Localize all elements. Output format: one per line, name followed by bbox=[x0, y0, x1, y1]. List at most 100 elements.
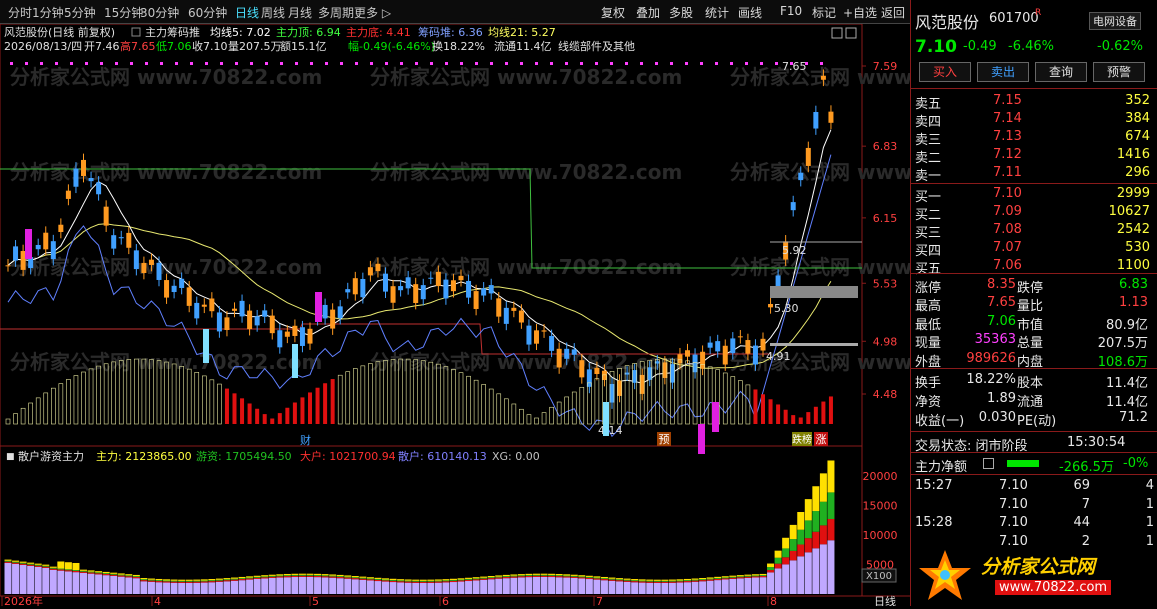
flow-bar bbox=[321, 577, 329, 594]
period-tab-4[interactable]: 30分钟 bbox=[140, 4, 179, 21]
sub-frame bbox=[0, 445, 863, 597]
hist-bar bbox=[255, 408, 260, 424]
stat-row: 外盘 989626 内盘 108.6万 bbox=[915, 350, 1148, 370]
flow-bar bbox=[517, 577, 525, 594]
flow-bar bbox=[314, 575, 322, 576]
flow-bar bbox=[276, 577, 284, 594]
flow-bar bbox=[125, 576, 133, 578]
hist-bar bbox=[761, 394, 765, 424]
hist-bar bbox=[28, 402, 33, 425]
bid-row[interactable]: 买三 7.08 2542 bbox=[911, 221, 1157, 241]
ask-row[interactable]: 卖四 7.14 384 bbox=[911, 110, 1157, 130]
flow-bar bbox=[200, 579, 208, 581]
hist-bar bbox=[496, 393, 502, 425]
flow-bar bbox=[548, 573, 556, 575]
marker-dieb: 跌榜 bbox=[792, 433, 812, 446]
legend-0: 均线5: 7.02 bbox=[210, 25, 271, 39]
period-tab-2[interactable]: 5分钟 bbox=[64, 4, 96, 21]
flow-bar bbox=[298, 576, 306, 594]
flow-bar bbox=[736, 575, 744, 577]
hist-bar bbox=[534, 417, 539, 425]
ask-row[interactable]: 卖一 7.11 296 bbox=[911, 164, 1157, 184]
menu-icon[interactable] bbox=[983, 458, 994, 469]
period-tab-9[interactable]: 多周期 bbox=[318, 4, 354, 21]
level-box bbox=[770, 286, 858, 298]
candle-body bbox=[534, 330, 539, 344]
flow-bar bbox=[132, 578, 140, 594]
candle-body bbox=[383, 273, 388, 292]
flow-bar bbox=[193, 581, 201, 583]
flow-bar bbox=[661, 582, 669, 594]
alert-button[interactable]: 预警 bbox=[1093, 62, 1145, 82]
flow-bar bbox=[19, 564, 27, 594]
toolbar-action-1[interactable]: 叠加 bbox=[636, 4, 660, 21]
flow-bar bbox=[4, 562, 12, 594]
flow-bar bbox=[472, 577, 480, 579]
ask-row[interactable]: 卖二 7.12 1416 bbox=[911, 146, 1157, 166]
query-button[interactable]: 查询 bbox=[1035, 62, 1087, 82]
ask-row[interactable]: 卖五 7.15 352 bbox=[911, 92, 1157, 112]
flow-bar bbox=[789, 539, 797, 551]
bid-row[interactable]: 买二 7.09 10627 bbox=[911, 203, 1157, 223]
period-tab-7[interactable]: 周线 bbox=[261, 4, 285, 21]
toolbar-action-5[interactable]: F10 bbox=[780, 4, 802, 18]
period-tab-6[interactable]: 日线 bbox=[235, 4, 259, 21]
candle-body bbox=[292, 325, 298, 336]
period-tab-3[interactable]: 15分钟 bbox=[104, 4, 143, 21]
flow-bar bbox=[291, 574, 299, 576]
flow-bar bbox=[238, 576, 246, 579]
flow-bar bbox=[382, 580, 389, 582]
toolbar-action-6[interactable]: 标记 bbox=[812, 4, 836, 21]
hist-bar bbox=[240, 398, 245, 424]
flow-bar bbox=[736, 578, 744, 594]
period-tab-8[interactable]: 月线 bbox=[288, 4, 312, 21]
flow-bar bbox=[276, 576, 284, 578]
toolbar-action-0[interactable]: 复权 bbox=[601, 4, 625, 21]
hist-bar bbox=[194, 372, 200, 425]
toolbar-action-4[interactable]: 画线 bbox=[738, 4, 762, 21]
chart-area[interactable]: 分析家公式网 www.70822.com 分析家公式网 www.70822.com… bbox=[0, 23, 1042, 608]
flow-bar bbox=[465, 578, 473, 580]
buy-button[interactable]: 买入 bbox=[919, 62, 971, 82]
dot bbox=[595, 62, 598, 65]
sell-button[interactable]: 卖出 bbox=[977, 62, 1029, 82]
flow-bar bbox=[721, 579, 729, 594]
dot bbox=[400, 62, 403, 65]
flow-bar bbox=[57, 570, 65, 594]
bid-row[interactable]: 买四 7.07 530 bbox=[911, 239, 1157, 259]
sector-button[interactable]: 电网设备 bbox=[1089, 12, 1141, 30]
hist-bar bbox=[50, 387, 56, 425]
period-tab-1[interactable]: 1分钟 bbox=[32, 4, 64, 21]
flow-bar bbox=[653, 581, 661, 583]
sub-value-0: 主力: 2123865.00 bbox=[96, 450, 192, 463]
period-tab-10[interactable]: 更多 ▷ bbox=[354, 4, 391, 21]
flow-bar bbox=[117, 575, 125, 577]
sub-value-2: 大户: 1021700.94 bbox=[300, 449, 396, 463]
hist-bar bbox=[443, 366, 449, 425]
flow-bar bbox=[155, 581, 163, 583]
flow-bar bbox=[163, 581, 171, 583]
flow-bar bbox=[510, 577, 518, 594]
flow-bar bbox=[147, 578, 155, 580]
flow-bar bbox=[646, 579, 654, 581]
toolbar-action-2[interactable]: 多股 bbox=[669, 4, 693, 21]
toolbar-action-8[interactable]: 返回 bbox=[881, 4, 905, 21]
toolbar-action-3[interactable]: 统计 bbox=[705, 4, 729, 21]
hist-bar bbox=[270, 418, 275, 424]
flow-bar bbox=[684, 580, 691, 582]
stat2-row: 净资 1.89 流通 11.4亿 bbox=[915, 391, 1148, 410]
flow-bar bbox=[321, 574, 329, 576]
kline-chart[interactable]: 分析家公式网 www.70822.com 分析家公式网 www.70822.com… bbox=[0, 23, 1042, 608]
hist-bar bbox=[783, 409, 788, 424]
bid-row[interactable]: 买一 7.10 2999 bbox=[911, 185, 1157, 205]
period-tab-5[interactable]: 60分钟 bbox=[188, 4, 227, 21]
flow-bar bbox=[729, 577, 737, 579]
info-2: 高7.65 bbox=[120, 39, 156, 53]
level-line bbox=[770, 343, 858, 346]
toolbar-action-7[interactable]: +自选 bbox=[843, 4, 877, 21]
flow-bar bbox=[487, 575, 495, 578]
hist-bar bbox=[13, 413, 18, 425]
ask-row[interactable]: 卖三 7.13 674 bbox=[911, 128, 1157, 148]
period-tab-0[interactable]: 分时 bbox=[8, 4, 32, 21]
dot bbox=[205, 62, 208, 65]
